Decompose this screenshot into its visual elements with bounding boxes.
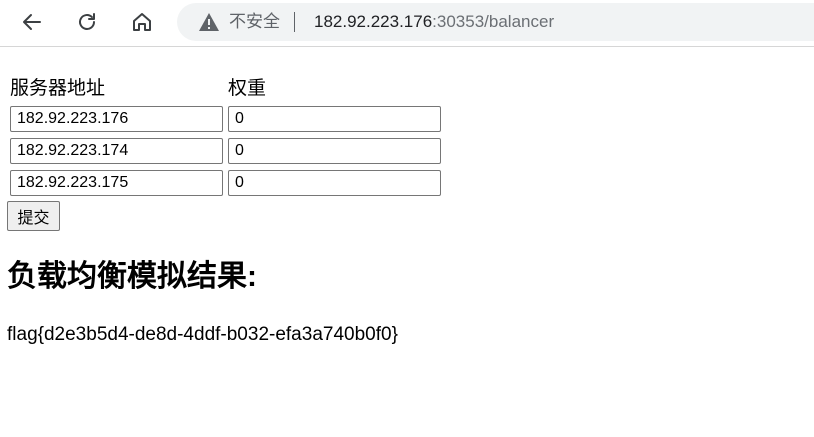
url-host: 182.92.223.176 [314,12,433,31]
result-title: 负载均衡模拟结果: [7,260,257,293]
page-content: 服务器地址 权重 提交 负载均衡模拟结果: flag{d2e3b5d4-de8d… [0,46,814,437]
server-input-3[interactable] [10,170,223,196]
url-path: :30353/balancer [432,12,555,31]
weight-input-3[interactable] [228,170,441,196]
reload-icon [79,13,95,30]
url-text[interactable]: 182.92.223.176:30353/balancer [314,12,554,32]
address-bar[interactable]: 不安全 182.92.223.176:30353/balancer [177,3,814,41]
security-label[interactable]: 不安全 [229,12,280,32]
weight-input-1[interactable] [228,106,441,132]
url-separator [294,12,295,32]
home-icon [133,13,151,31]
submit-button[interactable]: 提交 [7,201,60,231]
home-button[interactable] [126,7,158,37]
warning-triangle-icon[interactable] [198,12,220,32]
result-text: flag{d2e3b5d4-de8d-4ddf-b032-efa3a740b0f… [7,324,398,345]
weight-header: 权重 [228,78,267,99]
server-address-header: 服务器地址 [10,78,106,99]
browser-toolbar: 不安全 182.92.223.176:30353/balancer [0,0,814,47]
back-button[interactable] [16,7,48,37]
server-input-1[interactable] [10,106,223,132]
reload-button[interactable] [71,7,103,37]
back-arrow-icon [23,14,41,30]
weight-input-2[interactable] [228,138,441,164]
server-input-2[interactable] [10,138,223,164]
